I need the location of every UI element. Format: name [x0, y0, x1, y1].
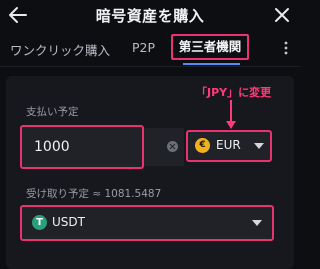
header-bar: 暗号資産を購入 — [0, 0, 300, 30]
receive-currency-code: USDT — [52, 215, 85, 229]
clear-icon[interactable] — [167, 141, 178, 152]
pay-currency-code: EUR — [216, 138, 241, 152]
receive-amount-label: 受け取り予定 ≈ 1081.5487 — [26, 188, 162, 200]
header-divider — [0, 66, 300, 67]
chevron-down-icon — [252, 220, 262, 226]
usdt-coin-icon: T — [32, 215, 47, 230]
amount-field-background — [144, 128, 184, 166]
pay-amount-label: 支払い予定 — [26, 106, 79, 118]
chevron-down-icon — [254, 143, 264, 149]
pay-amount-input[interactable]: 1000 — [20, 125, 144, 169]
active-tab-indicator — [183, 63, 240, 65]
close-icon[interactable] — [272, 5, 292, 25]
tab-third-party[interactable]: 第三者機関 — [171, 34, 249, 60]
change-to-jpy-annotation: 「JPY」に変更 — [196, 86, 272, 99]
more-vertical-icon[interactable] — [283, 40, 289, 56]
receive-currency-select[interactable]: T USDT — [20, 205, 274, 241]
tab-bar: ワンクリック購入 P2P 第三者機関 — [0, 34, 300, 65]
pay-currency-select[interactable]: € EUR — [186, 130, 272, 162]
tab-one-click-buy[interactable]: ワンクリック購入 — [10, 40, 110, 59]
page-title: 暗号資産を購入 — [95, 7, 205, 25]
annotation-arrow-icon — [225, 100, 237, 130]
tab-p2p[interactable]: P2P — [132, 40, 155, 55]
pay-amount-value: 1000 — [34, 139, 70, 155]
eur-coin-icon: € — [195, 138, 210, 153]
